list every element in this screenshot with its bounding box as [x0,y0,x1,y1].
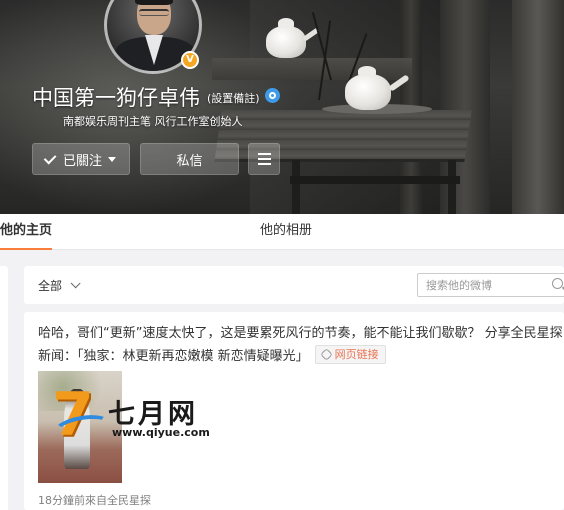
tab-album[interactable]: 他的相册 [260,214,312,250]
following-button[interactable]: 已關注 [32,143,130,175]
post-meta[interactable]: 18分鐘前來自全民星探 [38,492,151,508]
profile-tabs: 他的主页 他的相册 [0,214,564,250]
link-icon [319,348,333,361]
tab-home[interactable]: 他的主页 [0,214,52,250]
cover-teapot-back [266,26,306,58]
site-watermark: 7 七月网 www.qiyue.com [52,385,222,448]
web-link-label: 网页链接 [334,348,379,361]
caret-down-icon [108,156,116,162]
filter-scope-dropdown[interactable]: 全部 [38,277,81,294]
web-link[interactable]: 网页链接 [314,345,386,364]
search-icon[interactable] [552,278,563,289]
search-input[interactable] [418,274,548,296]
cover-post [512,0,564,214]
profile-bio: 南都娱乐周刊主笔 风行工作室创始人 [63,115,243,128]
check-icon [43,151,57,164]
male-gender-icon [265,88,280,103]
post-body: 哈哈，哥们“更新”速度太快了，这是要累死风行的节奏，能不能让我们歇歇？ 分享全民… [38,322,564,368]
cover-bench [290,176,460,184]
more-menu-button[interactable] [248,143,280,175]
cover-teapot-lid [358,66,376,76]
verified-badge-icon: V [181,51,199,69]
private-message-label: 私信 [176,153,203,169]
feed-filter-bar: 全部 [24,266,564,304]
watermark-url: www.qiyue.com [112,426,210,439]
filter-scope-label: 全部 [38,279,63,293]
private-message-button[interactable]: 私信 [140,143,239,175]
post-text: 哈哈，哥们“更新”速度太快了，这是要累死风行的节奏，能不能让我们歇歇？ 分享全民… [38,326,563,364]
cover-teapot [345,74,391,110]
cover-table-leg [448,160,456,214]
cover-teapot-lid [278,18,294,28]
cover-table-leg [292,160,300,214]
chevron-down-icon [70,278,81,289]
left-sidebar-edge [0,266,8,510]
profile-name: 中国第一狗仔卓伟 [32,86,200,110]
menu-icon [257,153,271,155]
profile-cover: V 中国第一狗仔卓伟 (設置備註) 南都娱乐周刊主笔 风行工作室创始人 已關注 … [0,0,564,214]
following-label: 已關注 [62,153,102,169]
search-box [417,273,564,297]
set-remark-link[interactable]: (設置備註) [207,90,260,106]
